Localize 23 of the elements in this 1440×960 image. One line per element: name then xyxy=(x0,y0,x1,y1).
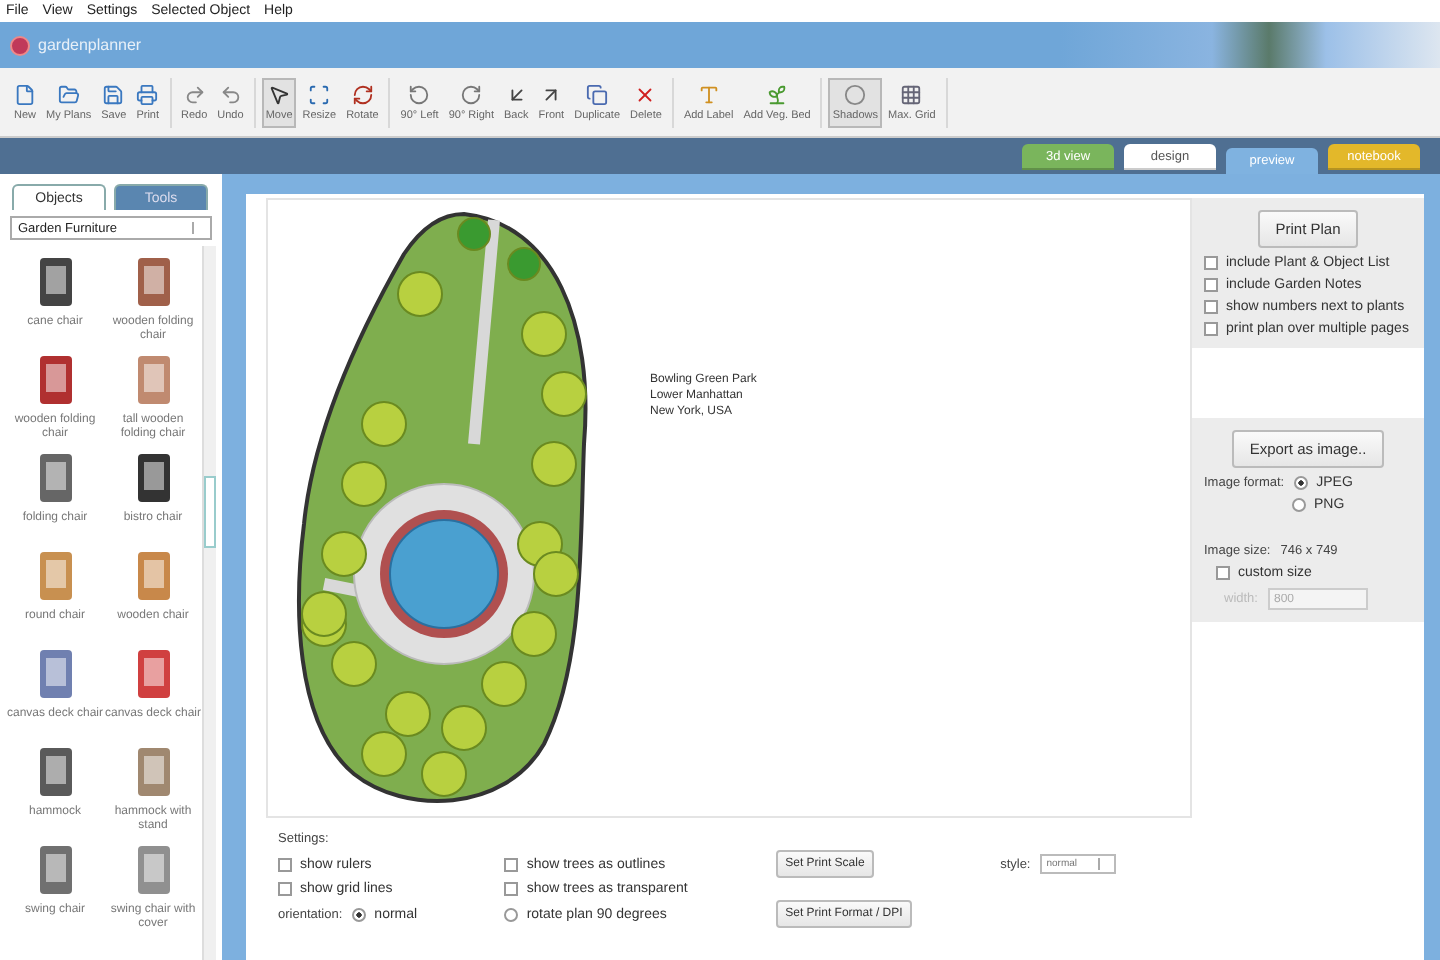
sprout-icon xyxy=(766,83,789,105)
folder-icon xyxy=(57,83,80,105)
file-icon xyxy=(14,83,36,105)
grid-icon xyxy=(900,83,923,105)
text-icon xyxy=(697,83,720,105)
logo-icon xyxy=(10,35,30,55)
redo-icon xyxy=(183,83,206,105)
back-icon xyxy=(505,83,528,105)
scroll-thumb[interactable] xyxy=(204,476,216,548)
rotate-icon xyxy=(351,83,374,105)
rotate-left-icon xyxy=(408,83,431,105)
close-icon xyxy=(634,83,657,105)
undo-icon xyxy=(219,83,242,105)
app-title: gardenplanner xyxy=(38,36,142,54)
pointer-icon xyxy=(268,83,291,105)
resize-icon xyxy=(308,83,331,105)
circle-icon xyxy=(844,83,867,105)
rotate-right-icon xyxy=(460,83,483,105)
scrollbar[interactable] xyxy=(202,246,216,960)
printer-icon xyxy=(136,83,159,105)
front-icon xyxy=(540,83,563,105)
copy-icon xyxy=(586,83,609,105)
save-icon xyxy=(102,83,125,105)
